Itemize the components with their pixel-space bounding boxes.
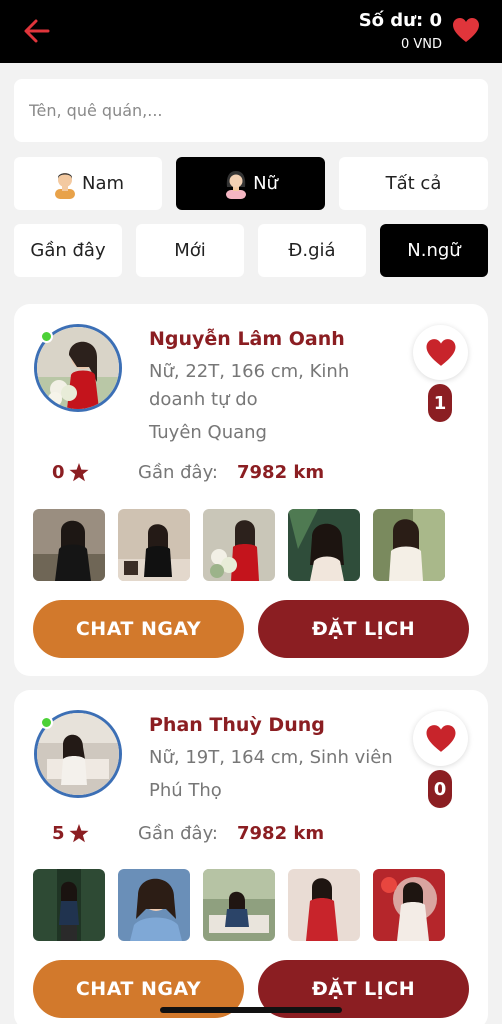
profile-hometown: Tuyên Quang [149,422,267,443]
home-indicator [160,1007,342,1013]
like-button[interactable] [413,711,468,766]
sort-rating[interactable]: Đ.giá [258,224,366,277]
like-button[interactable] [413,325,468,380]
filter-label: Nữ [253,173,278,194]
rating-value: 0 [52,462,65,483]
gallery-photo[interactable] [118,869,190,941]
gallery-photo[interactable] [33,869,105,941]
filter-label: Tất cả [385,173,442,194]
rating: 5 [52,823,89,844]
photo-gallery [33,869,445,941]
profile-card[interactable]: Nguyễn Lâm Oanh Nữ, 22T, 166 cm, Kinh do… [14,304,488,676]
star-icon [69,463,89,482]
sort-recent[interactable]: Gần đây [14,224,122,277]
balance-title: Số dư: 0 [358,10,442,31]
heart-icon [426,339,455,366]
chat-now-button[interactable]: CHAT NGAY [33,600,244,658]
gallery-photo[interactable] [118,509,190,581]
heart-icon[interactable] [452,17,480,43]
gallery-photo[interactable] [33,509,105,581]
like-count-badge: 1 [428,384,452,422]
heart-icon [426,725,455,752]
gallery-photo[interactable] [288,509,360,581]
profile-card[interactable]: Phan Thuỳ Dung Nữ, 19T, 164 cm, Sinh viê… [14,690,488,1024]
profile-name[interactable]: Phan Thuỳ Dung [149,714,325,736]
gallery-photo[interactable] [203,869,275,941]
profile-info: Nữ, 19T, 164 cm, Sinh viên [149,747,393,768]
book-appointment-button[interactable]: ĐẶT LỊCH [258,600,469,658]
sort-label: N.ngữ [407,240,461,261]
distance-value: 7982 km [237,462,325,483]
gallery-photo[interactable] [288,869,360,941]
rating-value: 5 [52,823,65,844]
photo-gallery [33,509,445,581]
distance-label: Gần đây: [138,462,218,483]
filter-gender-female[interactable]: Nữ [176,157,325,210]
rating: 0 [52,462,89,483]
sort-language[interactable]: N.ngữ [380,224,488,277]
top-bar: Số dư: 0 0 VND [0,0,502,63]
distance-value: 7982 km [237,823,325,844]
profile-hometown: Phú Thọ [149,780,222,801]
female-avatar-icon [226,170,247,199]
balance-amount: 0 VND [400,37,442,52]
online-indicator [40,716,53,729]
filter-label: Nam [81,173,125,194]
search-input[interactable] [14,79,488,142]
profile-name[interactable]: Nguyễn Lâm Oanh [149,328,345,350]
sort-label: Mới [174,240,206,261]
profile-info: Nữ, 22T, 166 cm, Kinh doanh tự do [149,361,350,410]
filter-gender-male[interactable]: Nam [14,157,162,210]
distance-label: Gần đây: [138,823,218,844]
male-avatar-icon [54,172,75,199]
online-indicator [40,330,53,343]
sort-label: Gần đây [30,240,106,261]
gallery-photo[interactable] [373,869,445,941]
gallery-photo[interactable] [373,509,445,581]
sort-new[interactable]: Mới [136,224,244,277]
star-icon [69,824,89,843]
gallery-photo[interactable] [203,509,275,581]
like-count-badge: 0 [428,770,452,808]
back-arrow-icon[interactable] [22,16,52,46]
filter-gender-all[interactable]: Tất cả [339,157,488,210]
sort-label: Đ.giá [288,240,336,261]
